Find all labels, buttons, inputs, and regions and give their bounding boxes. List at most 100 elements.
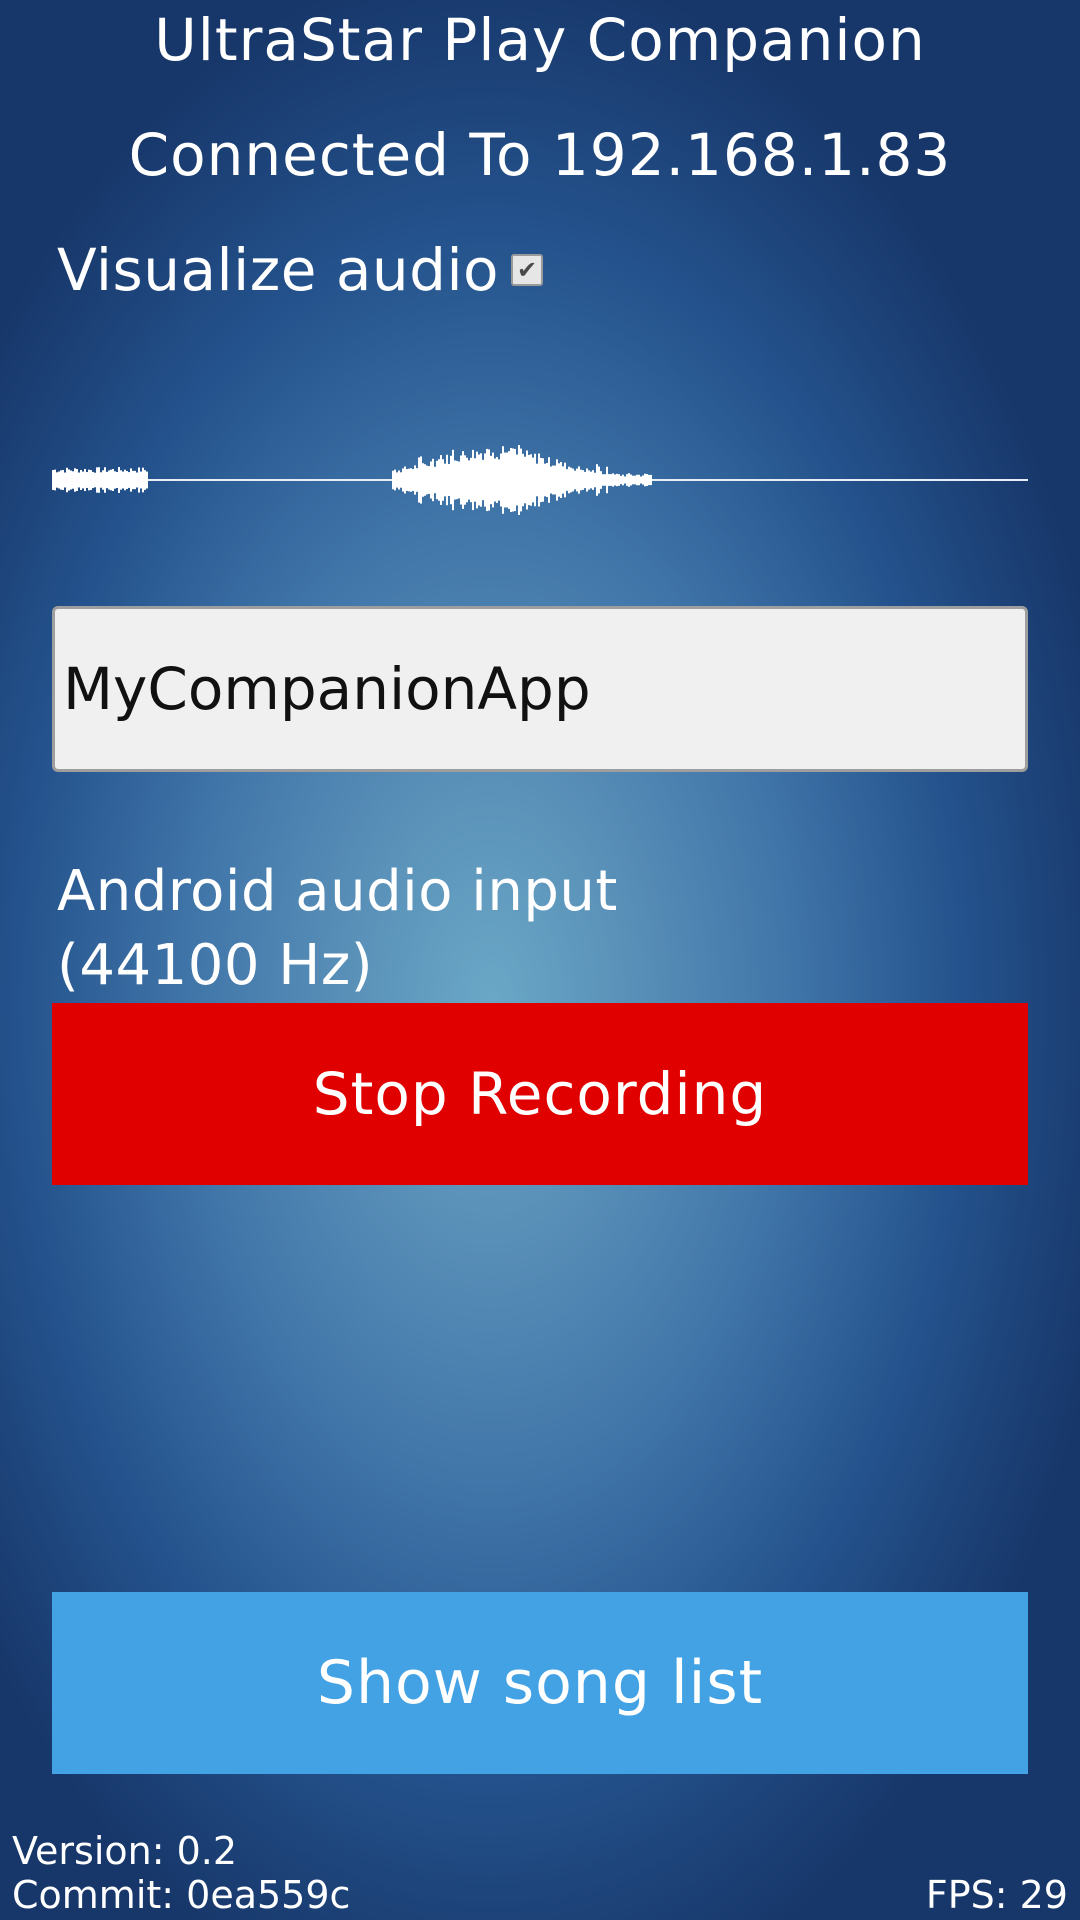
waveform-bar	[642, 475, 644, 485]
waveform-bar	[124, 469, 126, 491]
waveform-bar	[534, 453, 536, 507]
waveform-bar	[556, 459, 558, 501]
waveform-bar	[540, 457, 542, 503]
waveform-bar	[470, 457, 472, 503]
waveform-bar	[592, 470, 594, 490]
waveform-bar	[52, 470, 54, 490]
waveform-bar	[92, 471, 94, 489]
waveform-bar	[546, 462, 548, 498]
waveform-bar	[520, 448, 522, 512]
waveform-bar	[428, 466, 430, 494]
waveform-bar	[638, 474, 640, 486]
waveform-bar	[612, 473, 614, 487]
waveform-bar	[468, 460, 470, 500]
waveform-bar	[480, 453, 482, 507]
waveform-bar	[452, 449, 454, 511]
waveform-bar	[454, 460, 456, 500]
waveform-bar	[542, 458, 544, 502]
waveform-bar	[630, 474, 632, 486]
waveform-bar	[430, 461, 432, 499]
waveform-bar	[414, 465, 416, 495]
waveform-bar	[432, 458, 434, 502]
waveform-bar	[102, 470, 104, 490]
waveform-bar	[136, 472, 138, 488]
waveform-bar	[524, 456, 526, 504]
waveform-bar	[134, 470, 136, 490]
visualize-audio-label: Visualize audio	[57, 236, 500, 304]
waveform-bar	[420, 456, 422, 504]
waveform-bar	[64, 472, 66, 488]
visualize-audio-row[interactable]: Visualize audio ✔	[57, 232, 544, 308]
waveform-bar	[438, 459, 440, 501]
show-song-list-button[interactable]: Show song list	[52, 1592, 1028, 1774]
waveform-bar	[500, 453, 502, 507]
waveform-bar	[624, 476, 626, 484]
waveform-bar	[394, 469, 396, 491]
waveform-bar	[584, 471, 586, 489]
visualize-audio-checkbox[interactable]: ✔	[511, 254, 544, 286]
waveform-bar	[568, 466, 570, 494]
waveform-bar	[640, 476, 642, 484]
stop-recording-button[interactable]: Stop Recording	[52, 1003, 1028, 1185]
waveform-bar	[530, 454, 532, 506]
waveform-bar	[538, 453, 540, 507]
waveform-bar	[648, 474, 650, 486]
waveform-bar	[120, 470, 122, 490]
waveform-bar	[578, 466, 580, 494]
waveform-bar	[488, 449, 490, 511]
waveform-bar	[506, 452, 508, 508]
waveform-bar	[532, 457, 534, 503]
waveform-bar	[582, 470, 584, 490]
app-title: UltraStar Play Companion	[154, 6, 926, 74]
waveform-bar	[552, 465, 554, 495]
waveform-bar	[490, 455, 492, 505]
waveform-bar	[110, 469, 112, 491]
waveform-bar	[78, 472, 80, 488]
waveform-bar	[58, 471, 60, 489]
waveform-bar	[536, 463, 538, 497]
waveform-bar	[436, 460, 438, 500]
waveform-bar	[456, 460, 458, 500]
waveform-bar	[596, 464, 598, 496]
waveform-bar	[442, 459, 444, 501]
waveform-bar	[398, 470, 400, 490]
waveform-bar	[144, 470, 146, 490]
waveform-bar	[434, 466, 436, 494]
waveform-bar	[406, 469, 408, 491]
waveform-bar	[60, 470, 62, 490]
waveform-bar	[68, 469, 70, 491]
waveform-bar	[88, 469, 90, 491]
waveform-bar	[528, 454, 530, 506]
waveform-bar	[564, 462, 566, 498]
waveform-bar	[512, 448, 514, 512]
waveform-bar	[622, 474, 624, 486]
waveform-bar	[594, 472, 596, 488]
commit-label: Commit: 0ea559c	[12, 1873, 351, 1917]
waveform-bar	[100, 472, 102, 488]
waveform-bar	[412, 469, 414, 491]
waveform-bar	[146, 471, 148, 489]
waveform-bar	[574, 470, 576, 490]
waveform-bar	[94, 472, 96, 488]
fps-counter: FPS: 29	[925, 1873, 1068, 1917]
waveform-bar	[632, 475, 634, 485]
waveform-bar	[458, 461, 460, 499]
waveform-bar	[558, 463, 560, 497]
player-name-input[interactable]	[52, 606, 1028, 772]
waveform-bar	[646, 474, 648, 486]
waveform-bar	[84, 468, 86, 492]
waveform-bar	[504, 452, 506, 508]
waveform-bar	[140, 471, 142, 489]
waveform-bar	[606, 466, 608, 494]
waveform-bar	[510, 447, 512, 513]
waveform-bar	[566, 469, 568, 491]
waveform-bar	[80, 470, 82, 490]
waveform-bar	[482, 459, 484, 501]
waveform-bar	[570, 467, 572, 493]
waveform-bar	[82, 471, 84, 489]
waveform-bar	[602, 474, 604, 486]
waveform-bar	[644, 473, 646, 487]
waveform-bar	[476, 451, 478, 509]
waveform-bar	[446, 454, 448, 506]
waveform-bar	[126, 471, 128, 489]
